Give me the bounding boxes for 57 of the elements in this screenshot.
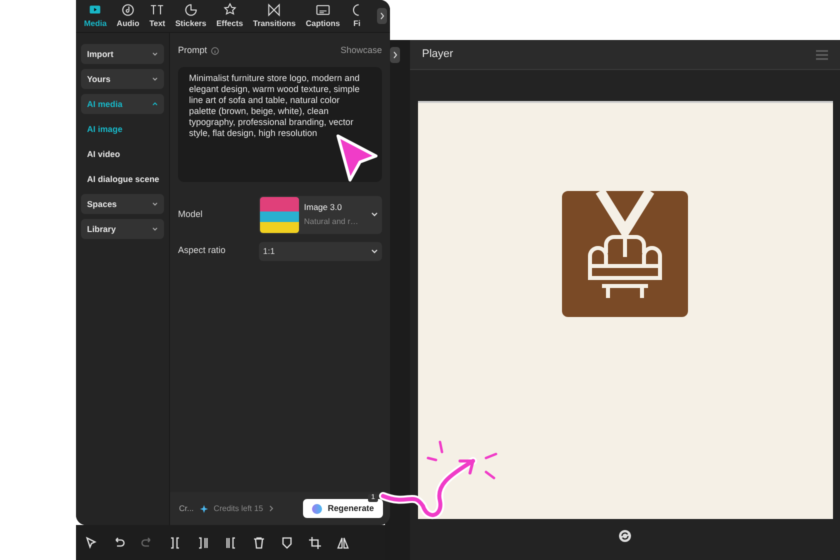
chevron-right-icon	[269, 505, 274, 512]
sidebar-item[interactable]: AI video	[81, 144, 164, 164]
sidebar-item[interactable]: AI image	[81, 119, 164, 139]
tab[interactable]: Stickers	[170, 2, 212, 30]
sparkle-icon	[200, 504, 208, 512]
mirror-icon[interactable]	[336, 536, 350, 550]
chevron-down-icon	[371, 212, 378, 217]
footer-label: Cr...	[179, 502, 194, 514]
chevron-down-icon	[152, 202, 158, 206]
tab[interactable]: Fi	[344, 2, 369, 30]
model-label: Model	[178, 208, 203, 221]
gradient-orb-icon	[312, 504, 322, 514]
model-thumbnail	[260, 196, 299, 232]
regenerate-button[interactable]: Regenerate	[302, 499, 383, 518]
tab[interactable]: Text	[144, 2, 170, 30]
sidebar-group[interactable]: Yours	[81, 69, 164, 89]
chevron-down-icon	[152, 227, 158, 231]
sidebar-group[interactable]: Import	[81, 44, 164, 64]
tab[interactable]: Media	[79, 2, 112, 30]
prompt-label: Prompt	[178, 44, 208, 57]
sidebar-group[interactable]: Library	[81, 219, 164, 239]
delete-icon[interactable]	[252, 536, 266, 550]
cursor-icon[interactable]	[84, 536, 98, 550]
music-note-icon	[121, 2, 135, 16]
tab[interactable]: Transitions	[248, 2, 301, 30]
caption-icon	[316, 2, 330, 16]
split-icon[interactable]	[168, 536, 182, 550]
prompt-text: Minimalist furniture store logo, modern and elegant design, warm wood texture, simple line art of sofa and table, natural color palette (brown, beige, white), clean typography, professional branding, vector style, flat design, high resolution	[189, 72, 361, 138]
chevron-down-icon	[371, 248, 378, 254]
prompt-field[interactable]	[178, 66, 382, 182]
sidebar-group[interactable]: Spaces	[81, 194, 164, 214]
split-icon[interactable]	[196, 536, 210, 550]
model-select[interactable]: Image 3.0 Natural and r…	[259, 196, 382, 234]
split-icon[interactable]	[224, 536, 238, 550]
chevron-up-icon	[152, 102, 158, 106]
text-icon	[150, 2, 164, 16]
refresh-icon[interactable]	[618, 529, 632, 543]
chevron-down-icon	[152, 77, 158, 81]
model-description: Natural and r…	[304, 216, 360, 228]
tab[interactable]: Audio	[112, 2, 144, 30]
tab[interactable]: Captions	[300, 2, 345, 30]
info-icon[interactable]	[211, 46, 220, 55]
player-title: Player	[422, 47, 454, 62]
menu-icon[interactable]	[816, 50, 828, 60]
sidebar-group[interactable]: AI media	[81, 94, 164, 114]
aspect-ratio-select[interactable]: 1:1	[259, 242, 382, 260]
chevron-down-icon	[152, 52, 158, 56]
model-name: Image 3.0	[304, 200, 343, 214]
tab[interactable]: Effects	[211, 2, 248, 30]
play-icon	[88, 2, 102, 16]
shield-icon[interactable]	[280, 536, 294, 550]
sidebar-item[interactable]: AI dialogue scene	[81, 169, 164, 189]
aspect-ratio-label: Aspect ratio	[178, 244, 226, 258]
showcase-link[interactable]: Showcase	[340, 44, 382, 58]
credits-link[interactable]: Credits left 15	[214, 502, 264, 514]
crop-icon[interactable]	[308, 536, 322, 550]
star-icon	[222, 2, 237, 16]
